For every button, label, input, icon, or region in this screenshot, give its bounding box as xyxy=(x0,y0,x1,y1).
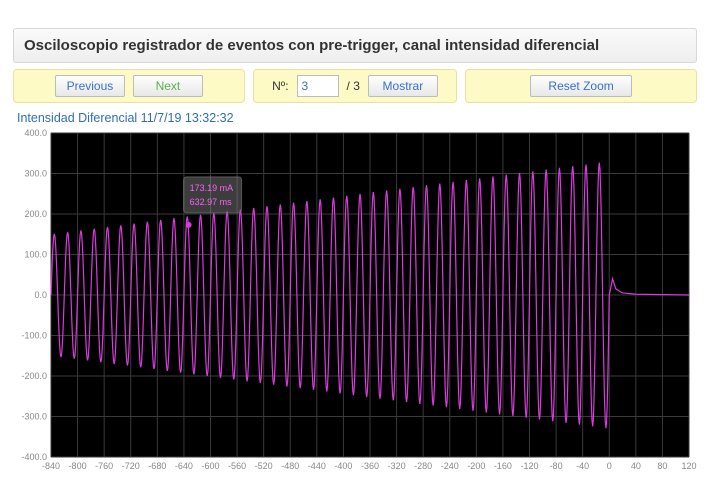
chart-subtitle: Intensidad Diferencial 11/7/19 13:32:32 xyxy=(13,111,697,125)
page-total: / 3 xyxy=(347,79,360,93)
svg-text:-640: -640 xyxy=(175,461,193,471)
svg-text:-400: -400 xyxy=(334,461,352,471)
page-number-input[interactable] xyxy=(297,75,339,97)
svg-text:-360: -360 xyxy=(361,461,379,471)
svg-text:-680: -680 xyxy=(148,461,166,471)
page-title: Osciloscopio registrador de eventos con … xyxy=(13,28,697,63)
svg-text:-80: -80 xyxy=(550,461,563,471)
tooltip-line2: 632.97 ms xyxy=(190,197,233,207)
svg-text:100.0: 100.0 xyxy=(24,250,47,260)
svg-text:-280: -280 xyxy=(414,461,432,471)
svg-text:-200: -200 xyxy=(467,461,485,471)
toolbar: Previous Next Nº: / 3 Mostrar Reset Zoom xyxy=(13,69,697,103)
svg-text:0.0: 0.0 xyxy=(34,290,47,300)
reset-zoom-button[interactable]: Reset Zoom xyxy=(530,75,632,97)
svg-text:-480: -480 xyxy=(281,461,299,471)
page-group: Nº: / 3 Mostrar xyxy=(253,69,457,103)
svg-text:300.0: 300.0 xyxy=(24,169,47,179)
app-root: Osciloscopio registrador de eventos con … xyxy=(0,0,710,500)
oscilloscope-chart[interactable]: -400.0-300.0-200.0-100.00.0100.0200.0300… xyxy=(13,127,697,480)
svg-text:-320: -320 xyxy=(388,461,406,471)
svg-text:-560: -560 xyxy=(228,461,246,471)
chart-svg: -400.0-300.0-200.0-100.00.0100.0200.0300… xyxy=(13,127,697,475)
svg-text:-520: -520 xyxy=(255,461,273,471)
svg-text:-200.0: -200.0 xyxy=(21,371,47,381)
tooltip-line1: 173.19 mA xyxy=(190,183,234,193)
show-button[interactable]: Mostrar xyxy=(368,75,438,97)
data-point-marker xyxy=(186,222,192,228)
svg-text:-440: -440 xyxy=(308,461,326,471)
svg-text:-40: -40 xyxy=(576,461,589,471)
svg-text:200.0: 200.0 xyxy=(24,209,47,219)
svg-text:-760: -760 xyxy=(95,461,113,471)
svg-text:-120: -120 xyxy=(520,461,538,471)
svg-text:80: 80 xyxy=(657,461,667,471)
svg-text:400.0: 400.0 xyxy=(24,128,47,138)
svg-text:-840: -840 xyxy=(42,461,60,471)
svg-text:-240: -240 xyxy=(441,461,459,471)
nav-group: Previous Next xyxy=(13,69,245,103)
next-button[interactable]: Next xyxy=(133,75,203,97)
previous-button[interactable]: Previous xyxy=(55,75,125,97)
svg-text:-720: -720 xyxy=(122,461,140,471)
svg-text:0: 0 xyxy=(607,461,612,471)
svg-text:-100.0: -100.0 xyxy=(21,331,47,341)
zoom-group: Reset Zoom xyxy=(465,69,697,103)
svg-text:40: 40 xyxy=(631,461,641,471)
page-prefix: Nº: xyxy=(272,79,288,93)
svg-text:-800: -800 xyxy=(69,461,87,471)
svg-text:-300.0: -300.0 xyxy=(21,412,47,422)
svg-text:-600: -600 xyxy=(201,461,219,471)
svg-text:120: 120 xyxy=(681,461,696,471)
svg-text:-160: -160 xyxy=(494,461,512,471)
